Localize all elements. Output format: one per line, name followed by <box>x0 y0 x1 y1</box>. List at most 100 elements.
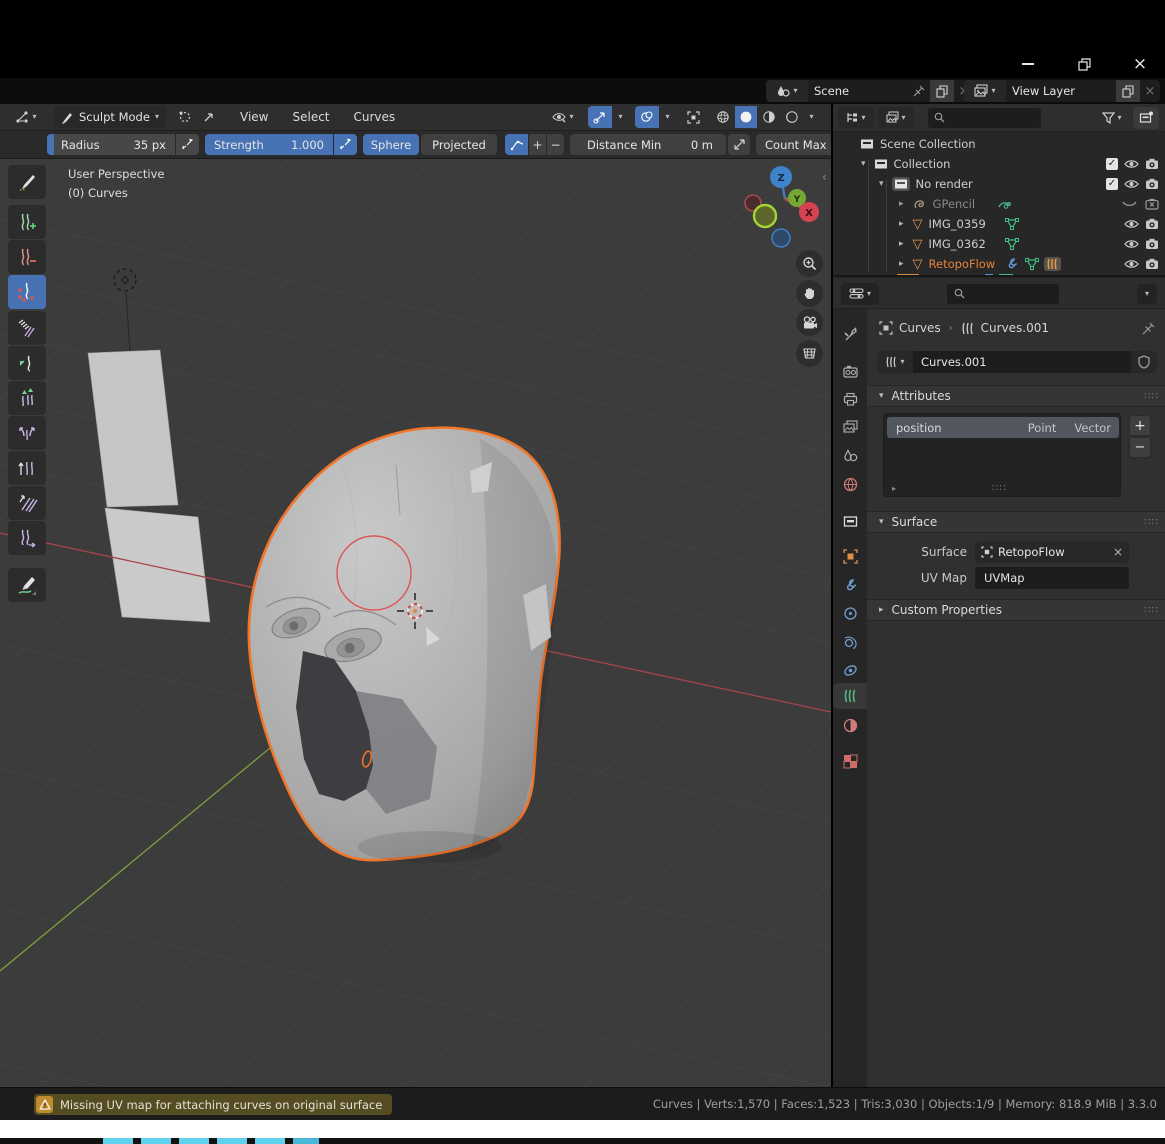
navigation-gizmo[interactable]: Z Y X <box>740 164 830 256</box>
render-checkbox[interactable]: ✓ <box>1106 178 1118 190</box>
minimize-button[interactable] <box>1013 52 1043 76</box>
strength-pressure-button[interactable] <box>334 134 357 155</box>
view-layer-name-field[interactable]: View Layer <box>1006 80 1116 102</box>
overlays-toggle[interactable] <box>635 106 659 128</box>
tool-smooth[interactable] <box>8 486 46 520</box>
properties-context-button[interactable]: ▾ <box>841 283 879 305</box>
render-camera-icon[interactable] <box>1145 178 1159 190</box>
tool-puff[interactable] <box>8 451 46 485</box>
tab-scene[interactable] <box>833 443 867 469</box>
projected-toggle[interactable]: Projected <box>421 134 497 155</box>
tab-physics[interactable] <box>833 629 867 655</box>
panel-grip-icon[interactable]: ∷∷ <box>1144 605 1159 616</box>
expand-arrow-icon[interactable]: ▾ <box>861 159 866 169</box>
menu-select[interactable]: Select <box>286 110 335 124</box>
axis-neg-y-ball[interactable] <box>754 205 776 227</box>
reference-plane-lower[interactable] <box>105 508 210 622</box>
tab-material[interactable] <box>833 712 867 738</box>
outliner-filter-mode-button[interactable]: ▾ <box>878 107 914 128</box>
outliner-row-retopoflow[interactable]: ▸ ▽ RetopoFlow <box>833 254 1165 274</box>
outliner-filter-button[interactable]: ▾ <box>1095 107 1129 128</box>
panel-grip-icon[interactable]: ∷∷ <box>1144 391 1159 402</box>
shading-wireframe-button[interactable] <box>712 106 734 128</box>
view-layer-remove-button[interactable]: × <box>1140 80 1160 102</box>
orthographic-toggle-button[interactable] <box>796 340 823 367</box>
falloff-remove-button[interactable]: − <box>547 134 564 155</box>
scene-type-button[interactable]: ▾ <box>766 80 808 102</box>
eye-icon[interactable] <box>1124 158 1139 170</box>
tab-object[interactable] <box>833 543 867 569</box>
tab-collection[interactable] <box>833 508 867 534</box>
tool-annotate[interactable] <box>8 568 46 602</box>
pan-button[interactable] <box>796 280 823 307</box>
tool-density[interactable] <box>8 275 46 309</box>
tab-render[interactable] <box>833 358 867 384</box>
shading-solid-button[interactable] <box>735 106 757 128</box>
editor-type-button[interactable]: ▾ <box>6 106 46 128</box>
overlays-dropdown[interactable]: ▾ <box>660 106 675 128</box>
surface-panel-header[interactable]: ▾ Surface ∷∷ <box>867 511 1165 533</box>
annotate-guide-button[interactable] <box>174 106 196 128</box>
gizmos-toggle[interactable] <box>588 106 612 128</box>
scene-new-button[interactable] <box>930 80 954 102</box>
view-layer-type-button[interactable]: ▾ <box>964 80 1006 102</box>
outliner-row-no-render[interactable]: ▾ No render ✓ <box>833 174 1165 194</box>
tool-grow-shrink[interactable] <box>8 381 46 415</box>
attribute-add-button[interactable]: + <box>1129 415 1151 436</box>
falloff-add-button[interactable]: + <box>529 134 546 155</box>
eye-icon[interactable] <box>1124 258 1139 270</box>
outliner-search-input[interactable] <box>928 108 1041 128</box>
tool-comb[interactable] <box>8 311 46 345</box>
shading-dropdown[interactable]: ▾ <box>804 106 819 128</box>
xray-toggle[interactable] <box>682 106 705 128</box>
view-layer-new-button[interactable] <box>1116 80 1140 102</box>
render-camera-icon[interactable] <box>1145 158 1159 170</box>
count-max-slider[interactable]: Count Max <box>756 134 831 155</box>
eye-icon[interactable] <box>1124 218 1139 230</box>
eye-icon[interactable] <box>1124 238 1139 250</box>
attribute-remove-button[interactable]: − <box>1129 437 1151 458</box>
list-resize-grip[interactable]: ∷∷ <box>992 483 1007 494</box>
gizmos-dropdown[interactable]: ▾ <box>613 106 628 128</box>
tool-delete[interactable] <box>8 240 46 274</box>
collapse-arrow-icon[interactable]: ▸ <box>899 219 904 229</box>
object-visibility-dropdown[interactable]: ▾ <box>545 106 581 128</box>
strength-slider[interactable]: Strength 1.000 <box>205 134 333 155</box>
tool-pinch[interactable] <box>8 416 46 450</box>
expand-arrow-icon[interactable]: ▾ <box>879 179 884 189</box>
taskbar-app-sliver[interactable] <box>103 1138 133 1144</box>
outliner-row-img-0362[interactable]: ▸ ▽ IMG_0362 <box>833 234 1165 254</box>
shading-material-button[interactable] <box>758 106 780 128</box>
distance-min-slider[interactable]: Distance Min 0 m <box>570 134 726 155</box>
tool-slide[interactable] <box>8 521 46 555</box>
datablock-type-button[interactable]: ▾ <box>877 351 913 373</box>
shading-rendered-button[interactable] <box>781 106 803 128</box>
uvmap-field[interactable]: UVMap <box>975 567 1129 589</box>
radius-slider[interactable]: Radius 35 px <box>47 134 175 155</box>
radius-pressure-button[interactable] <box>176 134 199 155</box>
restore-button[interactable] <box>1069 52 1099 76</box>
falloff-shape-button[interactable] <box>505 134 528 155</box>
custom-properties-panel-header[interactable]: ▸ Custom Properties ∷∷ <box>867 599 1165 621</box>
measure-toggle-button[interactable] <box>728 134 750 155</box>
zoom-button[interactable] <box>796 250 823 277</box>
render-checkbox[interactable]: ✓ <box>1106 158 1118 170</box>
tab-world[interactable] <box>833 471 867 497</box>
datablock-name-input[interactable]: Curves.001 <box>913 351 1131 373</box>
render-camera-icon[interactable] <box>1145 218 1159 230</box>
properties-options-button[interactable]: ▾ <box>1137 284 1157 304</box>
tab-object-data[interactable] <box>833 683 867 709</box>
tab-texture[interactable] <box>833 748 867 774</box>
attributes-panel-header[interactable]: ▾ Attributes ∷∷ <box>867 385 1165 407</box>
taskbar-app-sliver[interactable] <box>179 1138 209 1144</box>
collapse-arrow-icon[interactable]: ▸ <box>899 199 904 209</box>
pin-icon[interactable] <box>1142 322 1155 335</box>
properties-search-input[interactable] <box>947 284 1059 304</box>
breadcrumb-data[interactable]: Curves.001 <box>981 321 1049 335</box>
render-disabled-camera-icon[interactable] <box>1145 198 1159 210</box>
list-filter-arrow[interactable]: ▸ <box>892 484 896 493</box>
collapse-arrow-icon[interactable]: ▸ <box>899 239 904 249</box>
tab-modifiers[interactable] <box>833 572 867 598</box>
tab-tool[interactable] <box>833 321 867 347</box>
outliner-row-gpencil[interactable]: ▸ GPencil <box>833 194 1165 214</box>
